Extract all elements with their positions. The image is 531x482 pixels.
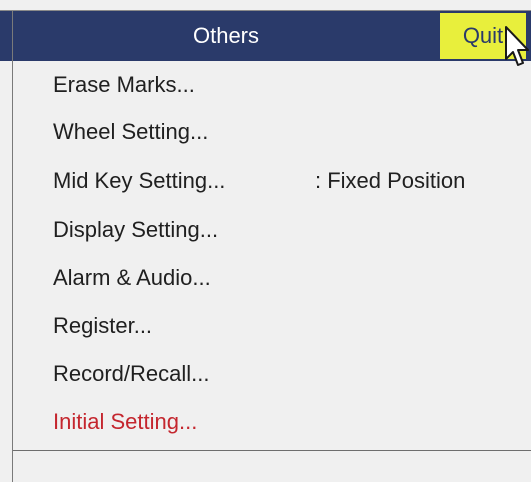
menu-item-label: Record/Recall... [53,361,210,386]
mid-key-setting-value: : Fixed Position [315,168,466,193]
menu-item-erase-marks[interactable]: Erase Marks... [13,61,531,109]
menu-item-record-recall[interactable]: Record/Recall... [13,350,531,398]
menu-item-mid-key-setting[interactable]: Mid Key Setting... : Fixed Position [13,157,531,205]
menu-item-label: Wheel Setting... [53,119,209,144]
menu-item-label: Initial Setting... [53,409,198,434]
menu-item-wheel-setting[interactable]: Wheel Setting... [13,108,531,156]
menu-item-display-setting[interactable]: Display Setting... [13,206,531,254]
others-menu-window: Others Quit Erase Marks... Wheel Setting… [0,0,531,482]
menu-list: Erase Marks... Wheel Setting... Mid Key … [13,61,531,451]
menu-item-label: Register... [53,313,153,338]
menu-item-label: Alarm & Audio... [53,265,211,290]
bottom-divider [13,450,531,451]
menu-item-label: Erase Marks... [53,72,195,97]
menu-item-alarm-audio[interactable]: Alarm & Audio... [13,254,531,302]
menu-item-label: Mid Key Setting... [53,168,226,193]
mouse-pointer-icon [505,26,529,66]
menu-item-initial-setting[interactable]: Initial Setting... [13,398,531,446]
menu-title: Others [192,23,260,48]
menu-item-register[interactable]: Register... [13,302,531,350]
menu-item-label: Display Setting... [53,217,219,242]
